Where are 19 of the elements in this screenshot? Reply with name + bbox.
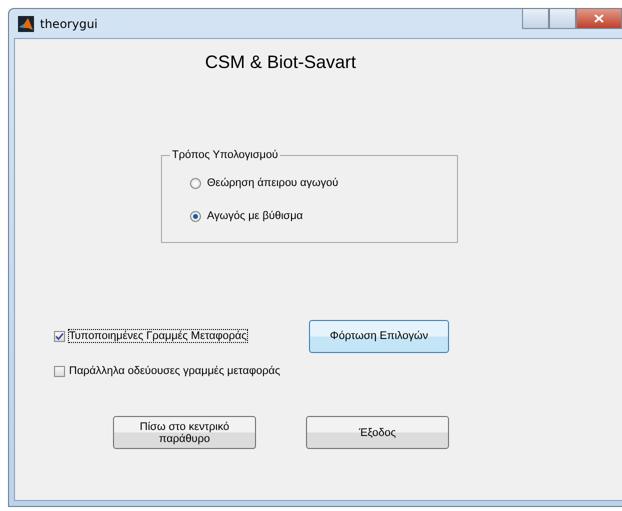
radio-button[interactable] bbox=[190, 210, 201, 222]
radio-label: Θεώρηση άπειρου αγωγού bbox=[207, 177, 338, 189]
app-logo-icon bbox=[18, 16, 34, 32]
group-title: Τρόπος Υπολογισμού bbox=[171, 149, 279, 161]
close-icon bbox=[594, 14, 604, 23]
heading: CSM & Biot-Savart bbox=[204, 52, 358, 74]
close-button[interactable] bbox=[576, 9, 622, 29]
radio-button[interactable] bbox=[190, 178, 201, 188]
checkbox[interactable] bbox=[54, 366, 65, 376]
checkbox-label: Τυποποιημένες Γραμμές Μεταφοράς bbox=[69, 330, 247, 342]
load-options-button[interactable]: Φόρτωση Επιλογών bbox=[309, 320, 449, 352]
action-button[interactable]: Πίσω στο κεντρικό παράθυρο bbox=[113, 416, 256, 449]
checkbox-label: Παράλληλα οδεύουσες γραμμές μεταφοράς bbox=[69, 365, 280, 377]
minimize-button[interactable] bbox=[522, 9, 549, 29]
radio-label: Αγωγός με βύθισμα bbox=[207, 210, 303, 222]
action-button[interactable]: Έξοδος bbox=[306, 416, 449, 449]
maximize-button[interactable] bbox=[549, 9, 576, 29]
window-title: theorygui bbox=[40, 16, 98, 30]
checkbox[interactable] bbox=[54, 330, 65, 342]
